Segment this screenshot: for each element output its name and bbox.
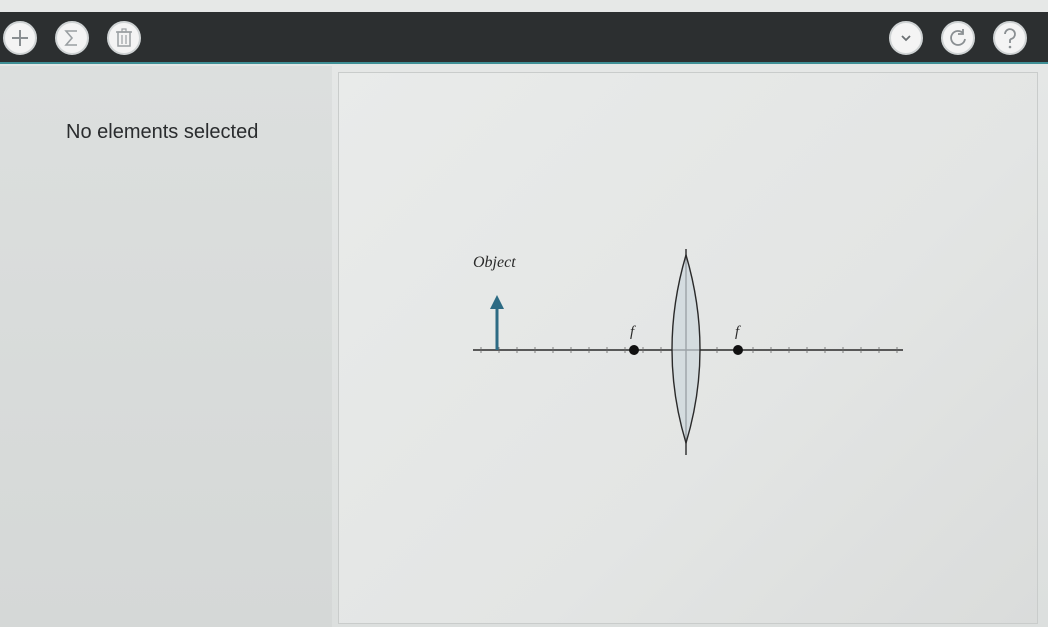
properties-panel: No elements selected [0,66,332,627]
focal-point-right[interactable] [733,345,743,355]
delete-button[interactable] [107,21,141,55]
lens-tool-screen: No elements selected Object f f [0,0,1048,627]
toolbar [0,12,1048,64]
chevron-down-icon [901,35,911,42]
trash-icon [116,28,132,47]
focal-label-right: f [735,324,741,340]
lens-diagram: Object f f [473,249,903,455]
question-icon [1004,28,1016,49]
selection-status: No elements selected [66,121,259,143]
sigma-icon [64,30,77,46]
convex-lens[interactable] [671,249,701,455]
expand-button[interactable] [889,21,923,55]
reset-button[interactable] [941,21,975,55]
refresh-icon [950,29,966,46]
add-button[interactable] [3,21,37,55]
plus-icon [12,30,28,46]
object-label: Object [473,254,516,271]
help-button[interactable] [993,21,1027,55]
diagram-canvas[interactable]: Object f f [338,72,1038,624]
sum-button[interactable] [55,21,89,55]
focal-point-left[interactable] [629,345,639,355]
focal-label-left: f [630,324,636,340]
object-arrow[interactable] [490,295,504,350]
